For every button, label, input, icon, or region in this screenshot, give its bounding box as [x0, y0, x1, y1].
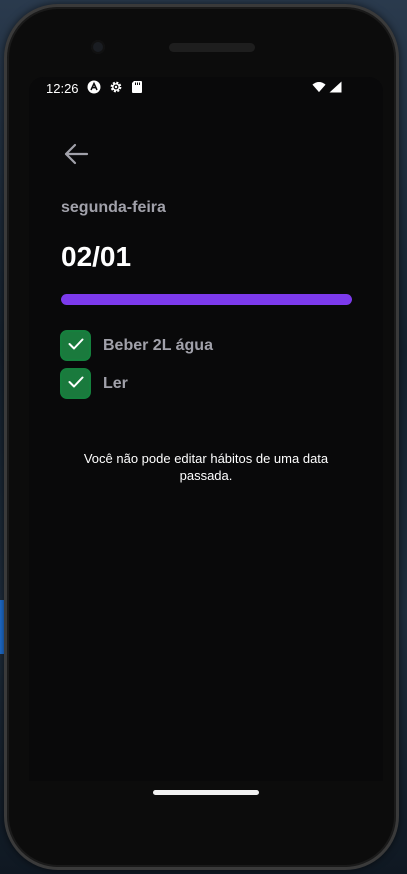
- arrow-left-icon: [63, 143, 89, 170]
- front-camera: [91, 40, 105, 54]
- habit-item-ler[interactable]: Ler: [60, 368, 128, 399]
- habit-checkbox[interactable]: [60, 330, 91, 361]
- habit-label: Ler: [103, 374, 128, 392]
- progress-bar-fill: [61, 294, 352, 305]
- date-title: 02/01: [61, 241, 132, 272]
- earpiece-speaker: [169, 43, 255, 52]
- notice-line: passada.: [179, 468, 233, 483]
- habit-checkbox[interactable]: [60, 368, 91, 399]
- habit-item-beber-agua[interactable]: Beber 2L água: [60, 330, 213, 361]
- weekday-label: segunda-feira: [61, 199, 166, 216]
- check-icon: [68, 375, 84, 393]
- wifi-icon: [312, 80, 326, 94]
- home-indicator[interactable]: [153, 790, 259, 795]
- app-notification-icon: [87, 80, 101, 94]
- status-bar: 12:26: [29, 77, 383, 101]
- sd-card-icon: [130, 80, 144, 94]
- settings-gear-icon: [109, 80, 123, 94]
- back-button[interactable]: [61, 143, 91, 169]
- notice-line: Você não pode editar hábitos de uma data: [83, 451, 329, 466]
- check-icon: [68, 337, 84, 355]
- app-screen: 12:26 segunda-feira 02/01 Beber 2L água …: [29, 77, 383, 781]
- progress-bar: [61, 294, 352, 305]
- past-date-notice: Você não pode editar hábitos de uma data…: [29, 450, 383, 484]
- signal-icon: [328, 80, 342, 94]
- habit-label: Beber 2L água: [103, 336, 213, 354]
- status-time: 12:26: [46, 81, 79, 96]
